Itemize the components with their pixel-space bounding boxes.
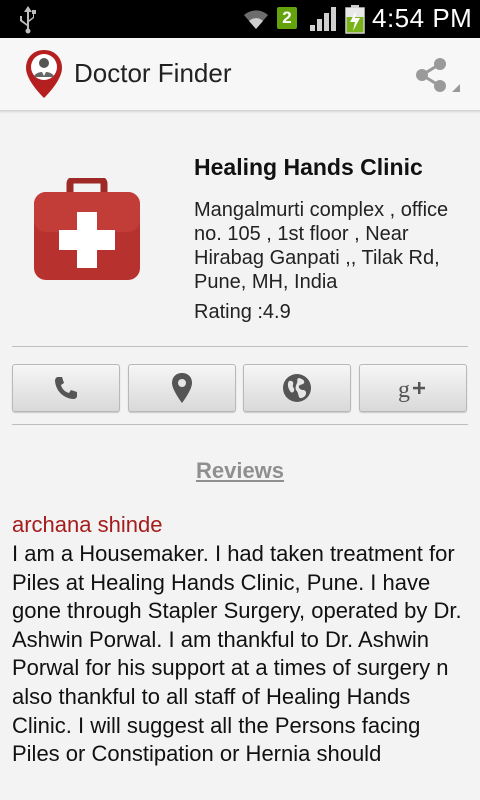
share-icon[interactable] <box>410 52 460 98</box>
action-bar: Doctor Finder <box>0 38 480 111</box>
review-text: I am a Housemaker. I had taken treatment… <box>12 541 462 767</box>
battery-charging-icon <box>345 5 365 34</box>
divider <box>12 424 468 425</box>
google-plus-icon: g <box>398 377 425 403</box>
clinic-name: Healing Hands Clinic <box>194 154 423 180</box>
map-button[interactable] <box>128 364 236 412</box>
website-button[interactable] <box>243 364 351 412</box>
divider <box>12 346 468 347</box>
usb-icon <box>20 6 36 34</box>
status-time: 4:54 PM <box>372 3 473 33</box>
first-aid-kit-icon <box>34 178 140 280</box>
status-bar: 2 4:54 PM <box>0 0 480 38</box>
phone-icon <box>55 377 77 399</box>
location-pin-icon <box>172 373 192 403</box>
wifi-icon <box>244 10 268 29</box>
reviews-title[interactable]: Reviews <box>0 458 480 484</box>
svg-text:g: g <box>398 377 410 403</box>
action-buttons: g <box>12 364 468 412</box>
notification-count-badge: 2 <box>277 7 297 29</box>
app-title: Doctor Finder <box>74 58 232 88</box>
call-button[interactable] <box>12 364 120 412</box>
signal-icon <box>310 7 336 31</box>
reviewer-name: archana shinde <box>12 512 163 537</box>
doctor-pin-icon[interactable] <box>24 48 64 100</box>
clinic-rating: Rating :4.9 <box>194 301 291 323</box>
globe-icon <box>283 374 311 402</box>
google-plus-button[interactable]: g <box>359 364 467 412</box>
clinic-address: Mangalmurti complex , office no. 105 , 1… <box>194 199 449 293</box>
